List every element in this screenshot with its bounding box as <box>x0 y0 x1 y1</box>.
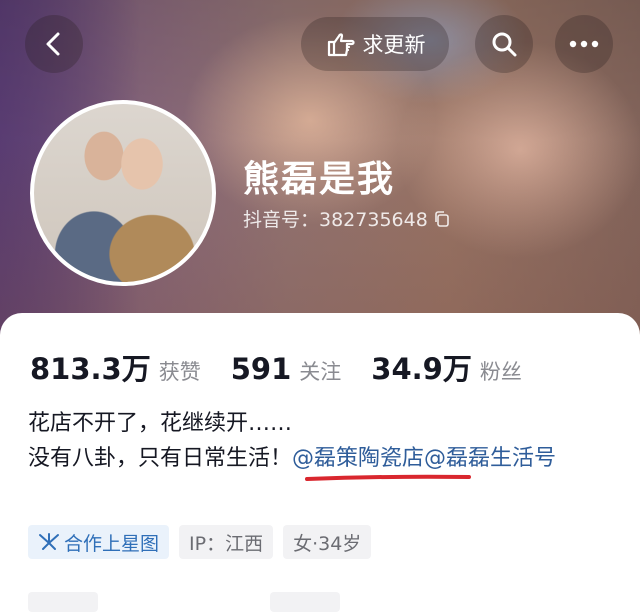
following-count[interactable]: 591 <box>231 352 292 386</box>
annotation-underline <box>305 474 471 481</box>
profile-bio: 花店不开了，花继续开…… 没有八卦，只有日常生活！@磊策陶瓷店@磊磊生活号 <box>28 406 618 476</box>
search-button[interactable] <box>475 15 533 73</box>
following-label: 关注 <box>299 360 342 384</box>
bottom-hint-block <box>270 592 340 612</box>
bio-line-1: 花店不开了，花继续开…… <box>28 411 293 436</box>
profile-name: 熊磊是我 <box>243 159 396 200</box>
followers-label: 粉丝 <box>479 360 522 384</box>
copy-icon <box>434 210 449 227</box>
profile-stats: 813.3万 获赞 591 关注 34.9万 粉丝 <box>30 346 552 388</box>
likes-count[interactable]: 813.3万 <box>30 346 151 388</box>
star-map-label: 合作上星图 <box>64 532 160 555</box>
followers-count[interactable]: 34.9万 <box>371 346 472 388</box>
avatar[interactable] <box>30 100 216 286</box>
gender-age-tag: 女·34岁 <box>283 525 372 559</box>
request-update-label: 求更新 <box>362 33 426 57</box>
star-map-cooperation-tag[interactable]: 合作上星图 <box>28 525 170 559</box>
mention-link-life-account[interactable]: @磊磊生活号 <box>424 446 556 471</box>
more-button[interactable] <box>555 15 613 73</box>
hand-point-icon <box>327 33 355 57</box>
back-button[interactable] <box>25 15 83 73</box>
more-icon <box>569 40 599 48</box>
douyin-id-text: 抖音号：382735648 <box>243 209 428 231</box>
bio-line-2: 没有八卦，只有日常生活！@磊策陶瓷店@磊磊生活号 <box>28 441 618 476</box>
mention-link-ceramics-shop[interactable]: @磊策陶瓷店 <box>292 446 424 471</box>
bottom-hint-block <box>28 592 98 612</box>
ip-location-tag: IP：江西 <box>179 525 274 559</box>
search-icon <box>492 32 517 57</box>
douyin-id[interactable]: 抖音号：382735648 <box>243 205 450 232</box>
star-map-icon <box>39 533 59 550</box>
request-update-button[interactable]: 求更新 <box>301 17 449 71</box>
bio-text: 没有八卦，只有日常生活！ <box>28 446 293 471</box>
profile-tags: 合作上星图 IP：江西 女·34岁 <box>28 525 372 559</box>
back-icon <box>46 32 60 56</box>
likes-label: 获赞 <box>158 360 201 384</box>
